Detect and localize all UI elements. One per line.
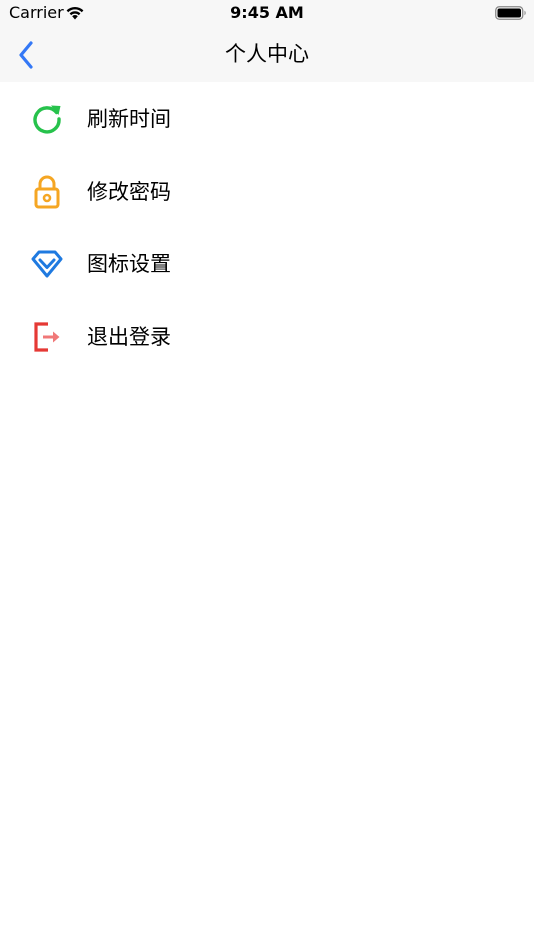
logout-icon <box>29 319 65 355</box>
menu-item-label: 图标设置 <box>87 252 171 276</box>
status-time: 9:45 AM <box>230 3 304 22</box>
lock-icon <box>29 174 65 210</box>
battery-icon <box>495 6 526 20</box>
menu-item-refresh-time[interactable]: 刷新时间 <box>0 83 534 156</box>
menu-item-change-password[interactable]: 修改密码 <box>0 156 534 229</box>
back-button[interactable] <box>6 35 46 75</box>
chevron-left-icon <box>19 41 33 69</box>
refresh-icon <box>29 101 65 137</box>
navigation-bar: 个人中心 <box>0 27 534 82</box>
menu-item-label: 刷新时间 <box>87 107 171 131</box>
menu-item-icon-settings[interactable]: 图标设置 <box>0 228 534 301</box>
menu-item-logout[interactable]: 退出登录 <box>0 301 534 374</box>
settings-menu: 刷新时间 修改密码 图标设置 退出登录 <box>0 83 534 373</box>
menu-item-label: 修改密码 <box>87 179 171 204</box>
menu-item-label: 退出登录 <box>87 324 171 349</box>
diamond-icon <box>29 246 65 282</box>
page-title: 个人中心 <box>225 42 309 66</box>
status-bar: Carrier 9:45 AM <box>0 0 534 27</box>
screen: Carrier 9:45 AM 个人中心 刷新时间 修改密码 图标设置 退出登录 <box>0 0 534 950</box>
